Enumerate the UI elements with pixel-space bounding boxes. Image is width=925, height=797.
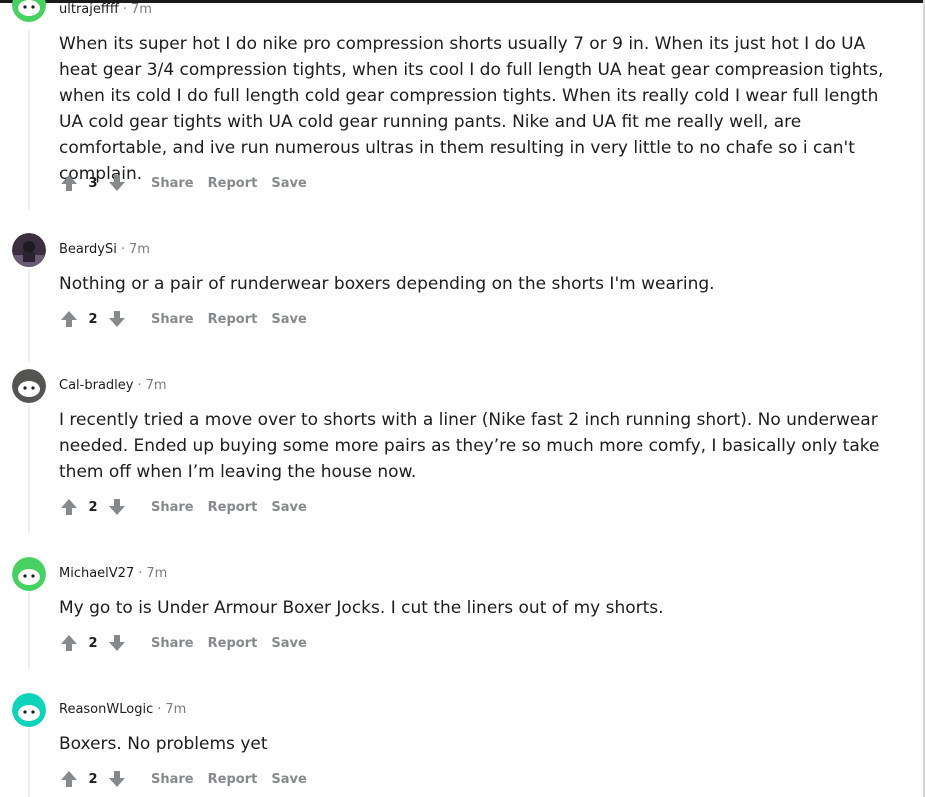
avatar[interactable] (12, 557, 46, 591)
report-button[interactable]: Report (208, 312, 258, 327)
comment-body: I recently tried a move over to shorts w… (59, 410, 880, 482)
arrow-down-icon[interactable] (107, 769, 127, 789)
comment-body: Boxers. No problems yet (59, 734, 268, 754)
thread-line[interactable] (28, 728, 30, 797)
comment-actions: 2 Share Report Save (59, 495, 307, 519)
author-link[interactable]: BeardySi (59, 242, 117, 257)
avatar[interactable] (12, 0, 46, 22)
thread-line[interactable] (28, 404, 30, 534)
comment-2: BeardySi · 7m Nothing or a pair of runderw… (0, 232, 920, 362)
comment-meta: Cal-bradley · 7m (59, 378, 167, 394)
timestamp[interactable]: 7m (146, 378, 167, 393)
comment-5: ReasonWLogic · 7m Boxers. No problems yet … (0, 692, 920, 797)
comment-4: MichaelV27 · 7m My go to is Under Armour B… (0, 556, 920, 670)
avatar[interactable] (12, 233, 46, 267)
avatar[interactable] (12, 693, 46, 727)
author-link[interactable]: MichaelV27 (59, 566, 134, 581)
save-button[interactable]: Save (271, 636, 306, 651)
report-button[interactable]: Report (208, 772, 258, 787)
snoo-avatar-icon (12, 693, 46, 727)
comment-actions: 2 Share Report Save (59, 767, 307, 791)
report-button[interactable]: Report (208, 636, 258, 651)
thread-line[interactable] (28, 592, 30, 670)
vote-score: 2 (88, 771, 98, 787)
snoo-avatar-icon (12, 369, 46, 403)
report-button[interactable]: Report (208, 176, 258, 191)
comment-3: Cal-bradley · 7m I recently tried a move o… (0, 368, 920, 534)
vote-score: 2 (88, 499, 98, 515)
arrow-up-icon[interactable] (59, 633, 79, 653)
user-photo-avatar (12, 233, 46, 267)
separator-dot: · (120, 242, 125, 257)
thread-line[interactable] (28, 30, 30, 210)
avatar[interactable] (12, 369, 46, 403)
timestamp[interactable]: 7m (165, 702, 186, 717)
share-button[interactable]: Share (151, 772, 194, 787)
timestamp[interactable]: 7m (146, 566, 167, 581)
arrow-up-icon[interactable] (59, 173, 79, 193)
timestamp[interactable]: 7m (129, 242, 150, 257)
share-button[interactable]: Share (151, 636, 194, 651)
share-button[interactable]: Share (151, 176, 194, 191)
comment-actions: 2 Share Report Save (59, 307, 307, 331)
arrow-down-icon[interactable] (107, 309, 127, 329)
vote-score: 3 (88, 175, 98, 191)
snoo-avatar-icon (12, 557, 46, 591)
arrow-down-icon[interactable] (107, 497, 127, 517)
comment-meta: BeardySi · 7m (59, 242, 150, 258)
timestamp[interactable]: 7m (131, 2, 152, 17)
comment-meta: ReasonWLogic · 7m (59, 702, 186, 718)
author-link[interactable]: ReasonWLogic (59, 702, 153, 717)
comment-body: Nothing or a pair of runderwear boxers d… (59, 274, 715, 294)
save-button[interactable]: Save (271, 772, 306, 787)
comment-body: My go to is Under Armour Boxer Jocks. I … (59, 598, 664, 618)
arrow-down-icon[interactable] (107, 173, 127, 193)
author-link[interactable]: ultrajeffff (59, 2, 119, 17)
arrow-down-icon[interactable] (107, 633, 127, 653)
share-button[interactable]: Share (151, 500, 194, 515)
separator-dot: · (157, 702, 162, 717)
comment-meta: MichaelV27 · 7m (59, 566, 167, 582)
comment-1: ultrajeffff · 7m When its super hot I do n… (0, 0, 920, 210)
comment-actions: 2 Share Report Save (59, 631, 307, 655)
thread-line[interactable] (28, 268, 30, 362)
save-button[interactable]: Save (271, 176, 306, 191)
comment-actions: 3 Share Report Save (59, 171, 307, 195)
report-button[interactable]: Report (208, 500, 258, 515)
author-link[interactable]: Cal-bradley (59, 378, 133, 393)
snoo-avatar-icon (12, 0, 46, 22)
separator-dot: · (138, 566, 143, 581)
separator-dot: · (122, 2, 127, 17)
arrow-up-icon[interactable] (59, 309, 79, 329)
arrow-up-icon[interactable] (59, 769, 79, 789)
comment-body: When its super hot I do nike pro compres… (59, 34, 884, 184)
save-button[interactable]: Save (271, 500, 306, 515)
save-button[interactable]: Save (271, 312, 306, 327)
arrow-up-icon[interactable] (59, 497, 79, 517)
share-button[interactable]: Share (151, 312, 194, 327)
comment-meta: ultrajeffff · 7m (59, 2, 152, 18)
vote-score: 2 (88, 635, 98, 651)
vote-score: 2 (88, 311, 98, 327)
separator-dot: · (137, 378, 142, 393)
